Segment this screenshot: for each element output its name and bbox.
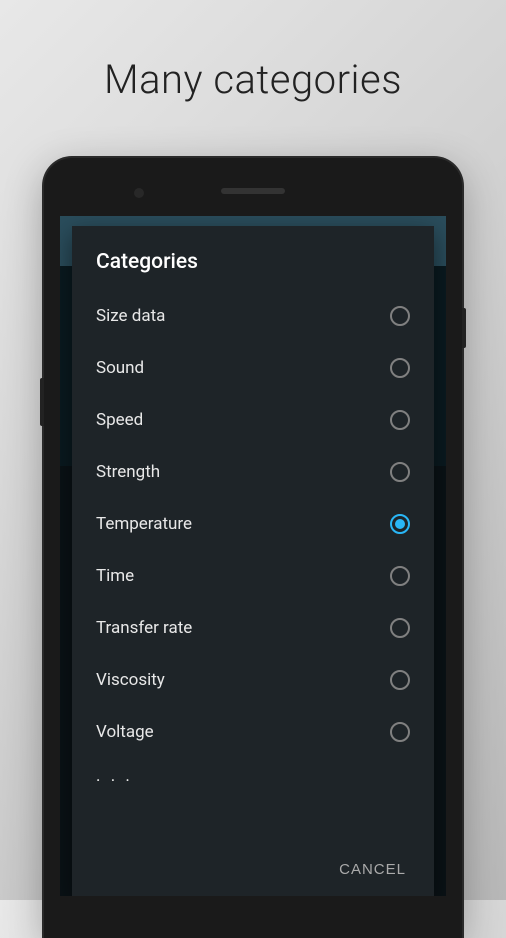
radio-icon[interactable] [390,306,410,326]
list-item-time[interactable]: Time [72,550,434,602]
list-item-label: Viscosity [96,670,165,690]
radio-icon[interactable] [390,670,410,690]
list-item-transfer-rate[interactable]: Transfer rate [72,602,434,654]
categories-dialog: Categories Size data Sound Speed Strengt… [72,226,434,896]
list-item-speed[interactable]: Speed [72,394,434,446]
radio-icon-selected[interactable] [390,514,410,534]
list-item-label: Sound [96,358,144,378]
radio-icon[interactable] [390,358,410,378]
phone-volume-button [40,378,44,426]
phone-power-button [462,308,466,348]
list-item-temperature[interactable]: Temperature [72,498,434,550]
radio-icon[interactable] [390,462,410,482]
list-item-sound[interactable]: Sound [72,342,434,394]
list-item-more[interactable]: . . . [72,758,434,794]
phone-frame: Categories Size data Sound Speed Strengt… [44,158,462,938]
phone-speaker [221,188,285,194]
phone-top-bezel [44,158,462,216]
list-item-label: Speed [96,410,143,430]
list-item-label: Strength [96,462,160,482]
list-item-viscosity[interactable]: Viscosity [72,654,434,706]
list-item-label: Temperature [96,514,192,534]
radio-icon[interactable] [390,410,410,430]
dialog-title: Categories [72,226,434,290]
list-item-label: Time [96,566,134,586]
phone-screen: Categories Size data Sound Speed Strengt… [60,216,446,896]
radio-icon[interactable] [390,618,410,638]
list-item-label: Size data [96,306,165,326]
list-item-label: Transfer rate [96,618,192,638]
phone-sensor [134,188,144,198]
radio-icon[interactable] [390,722,410,742]
list-item-voltage[interactable]: Voltage [72,706,434,758]
dialog-actions: CANCEL [311,843,434,896]
list-item-size-data[interactable]: Size data [72,290,434,342]
dialog-list[interactable]: Size data Sound Speed Strength Temperatu… [72,290,434,794]
page-title: Many categories [0,0,506,103]
cancel-button[interactable]: CANCEL [327,853,418,886]
list-item-label: Voltage [96,722,154,742]
radio-icon[interactable] [390,566,410,586]
list-item-strength[interactable]: Strength [72,446,434,498]
